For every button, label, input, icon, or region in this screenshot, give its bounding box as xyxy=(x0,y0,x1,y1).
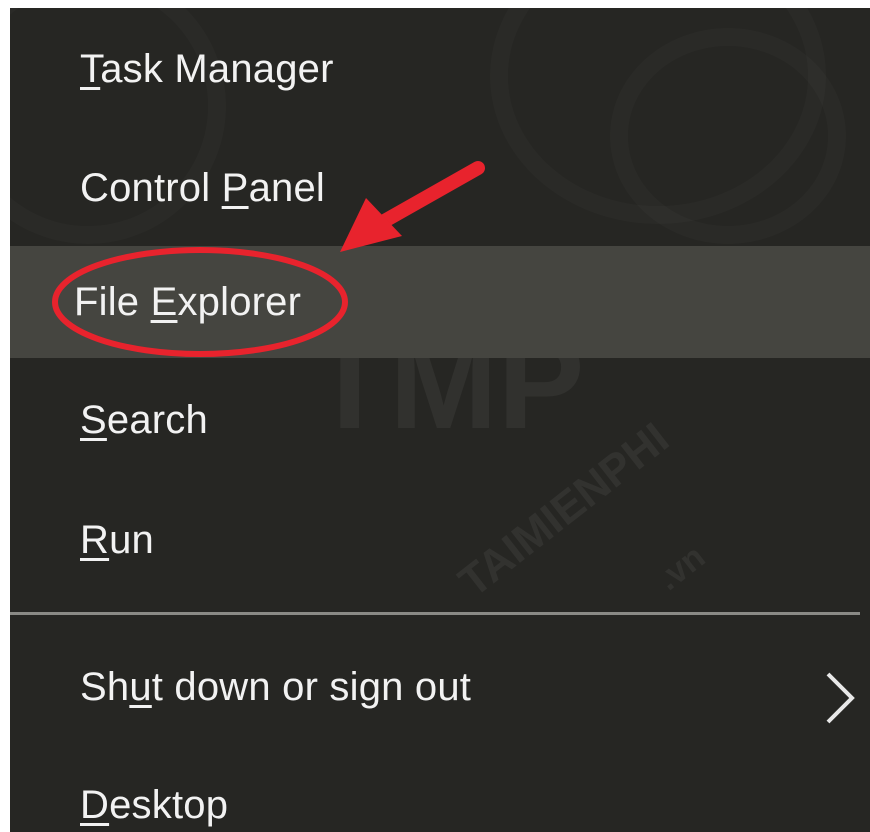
menu-item-run[interactable]: Run xyxy=(10,482,870,598)
menu-divider xyxy=(10,612,860,615)
menu-item-desktop[interactable]: Desktop xyxy=(10,750,870,832)
menu-item-search[interactable]: Search xyxy=(10,358,870,482)
menu-item-label: Search xyxy=(80,397,208,442)
menu-item-file-explorer[interactable]: File Explorer xyxy=(10,246,870,358)
chevron-right-icon[interactable] xyxy=(820,668,860,728)
context-menu: TMP TAIMIENPHI .vn Task Manager Control … xyxy=(10,8,870,832)
menu-item-task-manager[interactable]: Task Manager xyxy=(10,8,870,130)
menu-item-control-panel[interactable]: Control Panel xyxy=(10,130,870,246)
menu-item-label: Shut down or sign out xyxy=(80,664,472,709)
menu-item-label: Task Manager xyxy=(80,46,334,91)
menu-item-label: Control Panel xyxy=(80,165,325,210)
menu-item-label: Run xyxy=(80,517,154,562)
menu-item-shut-down[interactable]: Shut down or sign out xyxy=(10,624,870,750)
menu-item-label: File Explorer xyxy=(74,279,302,324)
menu-item-label: Desktop xyxy=(80,782,229,827)
